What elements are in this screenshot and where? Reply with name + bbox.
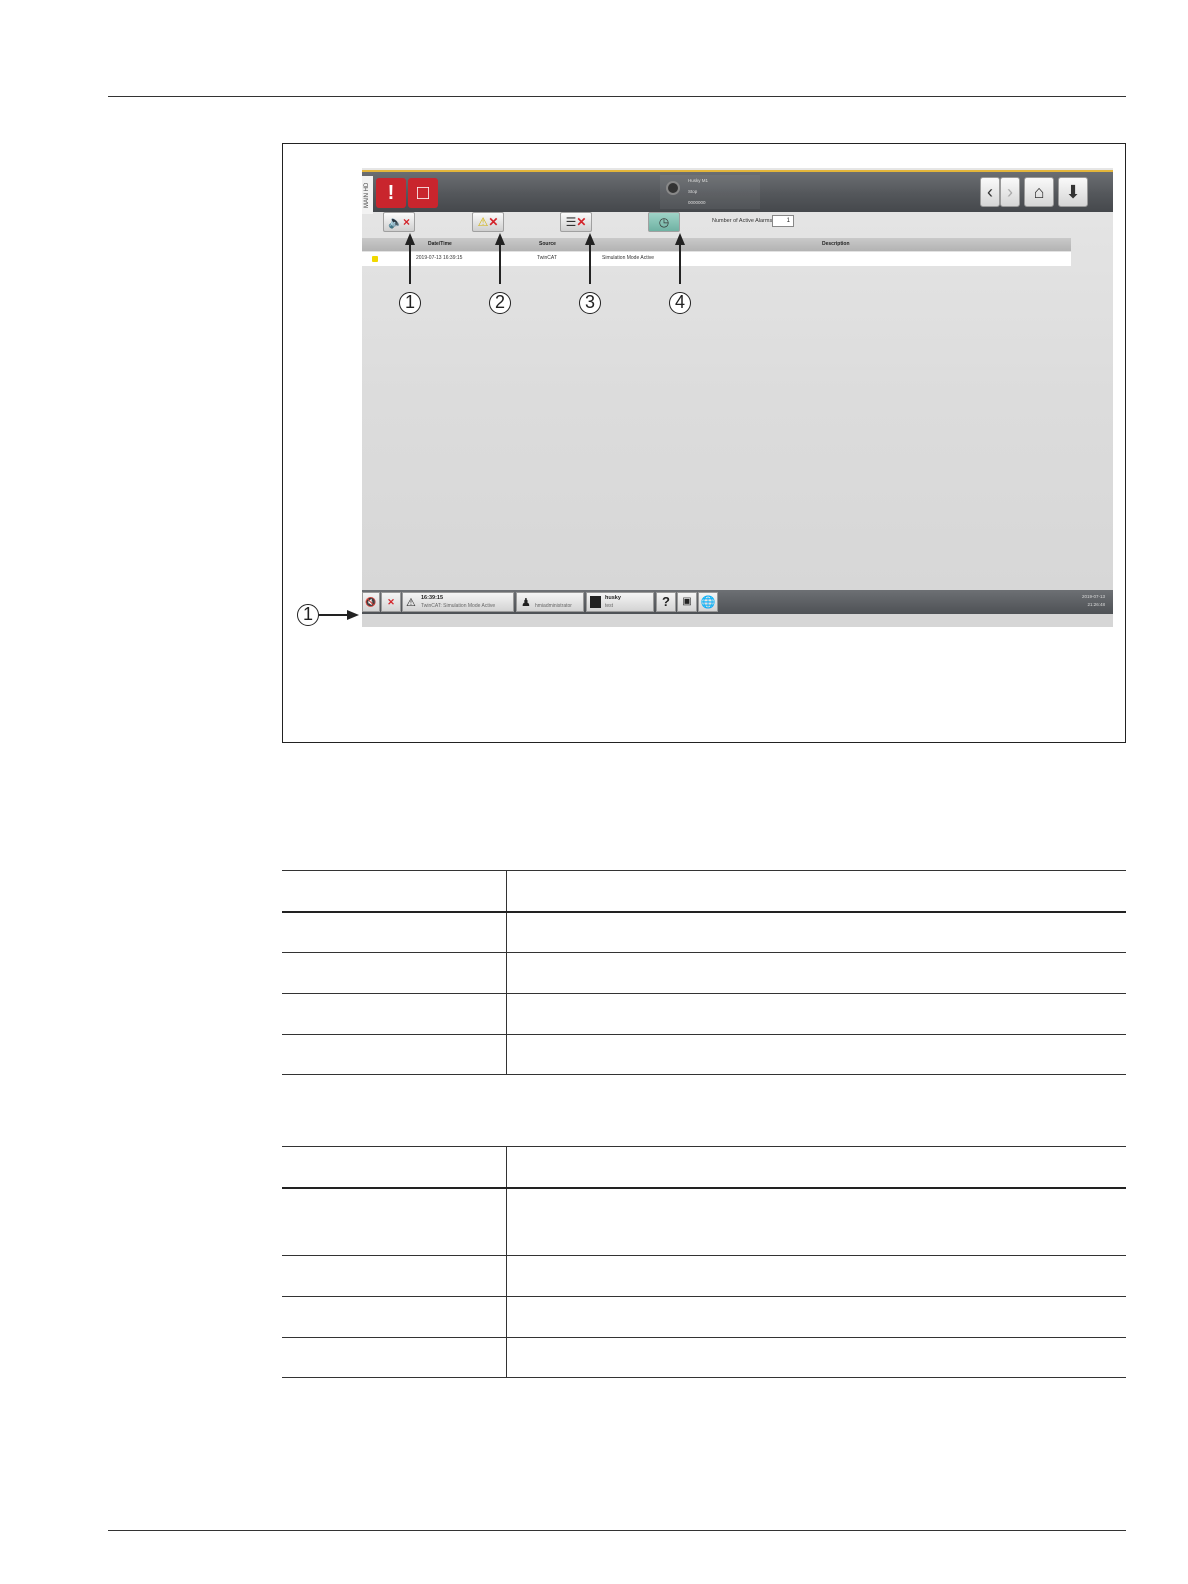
callout-line-4: [679, 244, 681, 284]
husky-logo-icon: [590, 596, 601, 608]
col-description[interactable]: Description: [822, 238, 850, 251]
help-button[interactable]: ?: [656, 592, 676, 612]
row-source: TwinCAT: [537, 255, 557, 261]
header-rule: [108, 96, 1126, 97]
user-button[interactable]: ♟ hmiadministrator: [516, 592, 584, 612]
download-button[interactable]: ⬇: [1058, 177, 1088, 207]
datetime: 2019-07-13 21:26:48: [1082, 593, 1105, 609]
alarm-table-header: Date/Time Source Description: [362, 238, 1071, 251]
callout-3: 3: [579, 292, 601, 314]
x-icon: ×: [402, 215, 410, 229]
clear-list-button[interactable]: ☰✕: [560, 212, 592, 232]
callout-arrow-3: [585, 233, 595, 245]
machine-cycle: 0000000: [688, 200, 706, 205]
col-source[interactable]: Source: [539, 238, 556, 251]
screenshot-button[interactable]: ▣: [677, 592, 697, 612]
callout-line-3: [589, 244, 591, 284]
callout-arrow-4: [675, 233, 685, 245]
machine-name: Husky M1: [688, 178, 709, 183]
bottom-bar: 🔇 ✕ ⚠ 16:39:15 TwinCAT: Simulation Mode …: [362, 590, 1113, 614]
back-button[interactable]: ‹: [980, 177, 1000, 207]
x-icon: ✕: [576, 215, 587, 229]
silence-alarm-button[interactable]: 🔈×: [383, 212, 415, 232]
callout-line-2: [499, 244, 501, 284]
husky-label: husky: [605, 595, 621, 601]
machine-status: Husky M1 Stop 0000000: [660, 175, 760, 209]
time: 21:26:48: [1087, 602, 1105, 607]
reset-alarms-button[interactable]: ⚠✕: [472, 212, 504, 232]
machine-state: Stop: [688, 189, 698, 194]
side-tab[interactable]: MAIN HD: [362, 176, 373, 214]
warning-icon: ⚠: [477, 215, 489, 229]
callout-line-1-bottom: [319, 614, 349, 616]
language-button[interactable]: 🌐: [698, 592, 718, 612]
callout-1: 1: [399, 292, 421, 314]
callout-2: 2: [489, 292, 511, 314]
alarm-banner-text: TwinCAT: Simulation Mode Active: [421, 603, 496, 609]
top-bar: MAIN HD ! □ Husky M1 Stop 0000000 ‹ › ⌂ …: [362, 170, 1113, 214]
active-alarms-count: 1: [772, 215, 794, 227]
reference-table-2: [282, 1146, 1126, 1378]
user-icon: ♟: [521, 597, 531, 609]
callout-arrow-1-bottom: [347, 610, 359, 620]
husky-sub: test: [605, 603, 614, 609]
row-description: Simulation Mode Active: [602, 255, 654, 261]
footer-rule: [108, 1530, 1126, 1531]
reference-table-1: [282, 870, 1126, 1075]
husky-button[interactable]: husky test: [586, 592, 654, 612]
clock-icon: ◷: [658, 215, 670, 229]
machine-status-icon: [666, 181, 680, 195]
row-datetime: 2019-07-13 16:39:15: [416, 255, 463, 261]
x-icon: ✕: [488, 215, 499, 229]
callout-4: 4: [669, 292, 691, 314]
alarms-app-icon[interactable]: !: [376, 178, 406, 208]
callout-1-bottom: 1: [297, 604, 319, 626]
alarm-banner[interactable]: ⚠ 16:39:15 TwinCAT: Simulation Mode Acti…: [402, 592, 514, 612]
warning-icon: ⚠: [406, 597, 416, 609]
active-alarms-label: Number of Active Alarms: [712, 218, 773, 224]
warning-icon: [372, 256, 378, 262]
user-name: hmiadministrator: [535, 603, 572, 609]
forward-button[interactable]: ›: [1000, 177, 1020, 207]
table-row[interactable]: 2019-07-13 16:39:15 TwinCAT Simulation M…: [362, 252, 1071, 266]
alarm-banner-time: 16:39:15: [421, 595, 444, 601]
list-icon: ☰: [565, 215, 577, 229]
mute-button[interactable]: 🔇: [362, 592, 380, 612]
alarm-reset-button[interactable]: ✕: [381, 592, 401, 612]
col-datetime[interactable]: Date/Time: [428, 238, 452, 251]
home-button[interactable]: ⌂: [1024, 177, 1054, 207]
callout-line-1: [409, 244, 411, 284]
alarms-screen: MAIN HD ! □ Husky M1 Stop 0000000 ‹ › ⌂ …: [362, 168, 1113, 627]
history-button[interactable]: ◷: [648, 212, 680, 232]
app-icon-2[interactable]: □: [408, 178, 438, 208]
callout-arrow-2: [495, 233, 505, 245]
date: 2019-07-13: [1081, 594, 1105, 599]
callout-arrow-1: [405, 233, 415, 245]
